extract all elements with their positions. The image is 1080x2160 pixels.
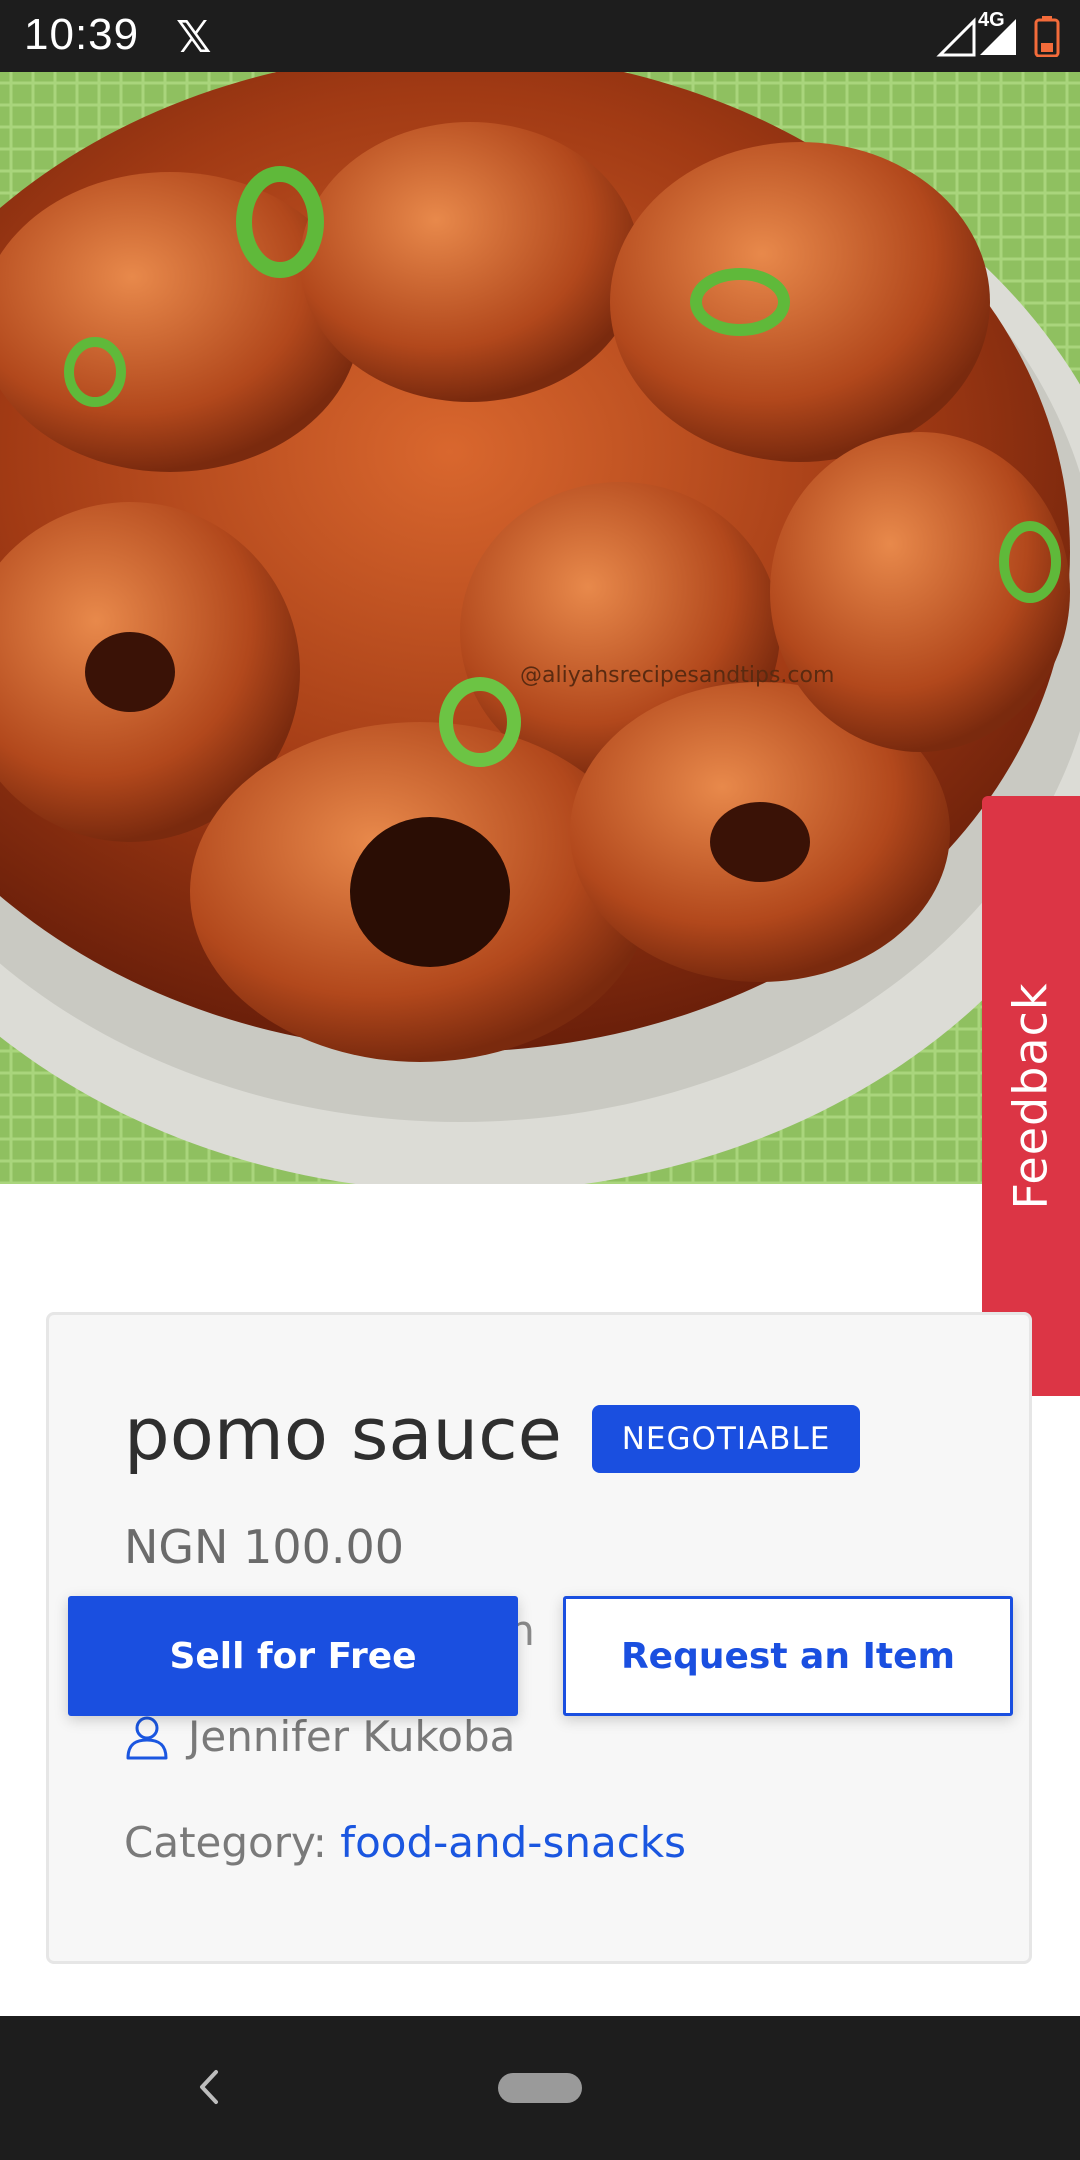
x-app-icon: 𝕏 bbox=[176, 12, 212, 63]
feedback-tab[interactable]: Feedback bbox=[982, 796, 1080, 1396]
image-watermark: @aliyahsrecipesandtips.com bbox=[520, 663, 834, 688]
category-label: Category: bbox=[124, 1818, 341, 1867]
food-photo: @aliyahsrecipesandtips.com bbox=[0, 72, 1080, 1184]
back-icon[interactable] bbox=[190, 2062, 230, 2112]
status-time: 10:39 bbox=[24, 10, 140, 59]
product-title: pomo sauce bbox=[124, 1392, 562, 1476]
seller-info[interactable]: Jennifer Kukoba bbox=[124, 1712, 515, 1761]
status-icons: 4G bbox=[936, 9, 1060, 58]
network-type: 4G bbox=[978, 9, 1005, 31]
sell-for-free-button[interactable]: Sell for Free bbox=[68, 1596, 518, 1716]
signal-icon: 4G bbox=[936, 9, 1020, 57]
feedback-label: Feedback bbox=[1004, 982, 1058, 1210]
product-image[interactable]: @aliyahsrecipesandtips.com bbox=[0, 72, 1080, 1184]
product-price: NGN 100.00 bbox=[124, 1520, 405, 1574]
user-icon bbox=[126, 1716, 168, 1759]
request-item-button[interactable]: Request an Item bbox=[563, 1596, 1013, 1716]
home-pill[interactable] bbox=[498, 2073, 582, 2103]
status-bar: 10:39 𝕏 4G bbox=[0, 0, 1080, 72]
negotiable-badge: NEGOTIABLE bbox=[592, 1405, 860, 1473]
seller-name: Jennifer Kukoba bbox=[188, 1712, 516, 1761]
category-line: Category: food-and-snacks bbox=[124, 1818, 686, 1867]
category-link[interactable]: food-and-snacks bbox=[340, 1818, 686, 1867]
battery-icon bbox=[1034, 16, 1060, 57]
